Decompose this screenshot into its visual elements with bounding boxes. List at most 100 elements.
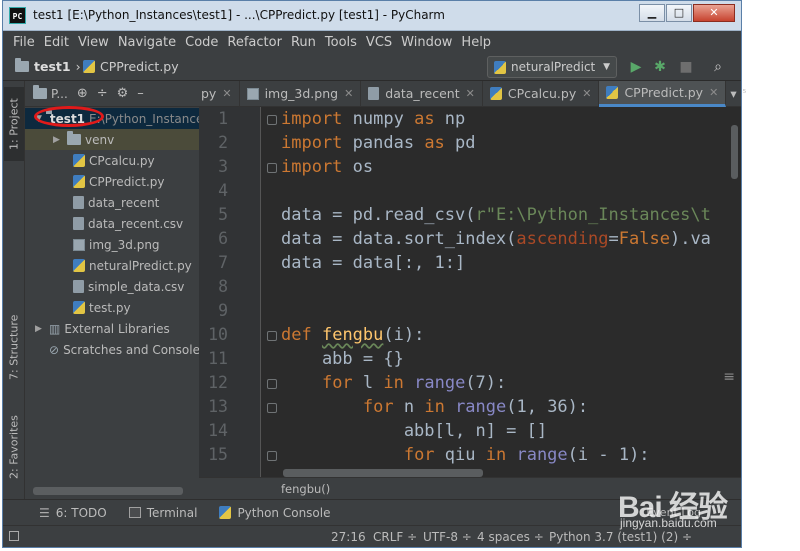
- scratches-icon: ⊘: [49, 342, 60, 357]
- favorites-tool-tab[interactable]: 2: Favorites: [4, 407, 24, 487]
- fold-marker-icon[interactable]: [267, 163, 277, 173]
- code-line[interactable]: data = data.sort_index(ascending=False).…: [281, 227, 711, 251]
- fold-marker-icon[interactable]: [267, 331, 277, 341]
- tree-item-file[interactable]: CPPredict.py: [25, 171, 199, 192]
- line-separator[interactable]: CRLF ÷: [373, 530, 417, 544]
- hide-icon[interactable]: –: [137, 86, 144, 101]
- terminal-tool-button[interactable]: Terminal: [128, 506, 197, 520]
- tree-item-scratches[interactable]: ⊘ Scratches and Consoles: [25, 339, 199, 360]
- code-editor[interactable]: 1 2 3 4 5 6 7 8 9 10 11 12 13 14 15 impo…: [199, 107, 741, 477]
- indent-setting[interactable]: 4 spaces ÷: [477, 530, 544, 544]
- tree-item-file[interactable]: data_recent.csv: [25, 213, 199, 234]
- menu-refactor[interactable]: Refactor: [227, 35, 282, 50]
- close-icon[interactable]: ✕: [344, 87, 353, 100]
- code-line[interactable]: data = pd.read_csv(r"E:\Python_Instances…: [281, 203, 711, 227]
- tab-img-3d[interactable]: img_3d.png ✕: [240, 80, 362, 107]
- editor-horizontal-scrollbar[interactable]: [283, 469, 483, 477]
- collapse-all-icon[interactable]: ÷: [97, 86, 108, 101]
- horizontal-scrollbar[interactable]: [33, 487, 183, 495]
- window-title: test1 [E:\Python_Instances\test1] - ...\…: [33, 8, 445, 22]
- vertical-scrollbar[interactable]: [731, 125, 738, 179]
- expand-arrow-icon[interactable]: ▶: [53, 135, 63, 145]
- hamburger-icon[interactable]: ≡: [723, 369, 735, 385]
- todo-tool-button[interactable]: ☰ 6: TODO: [39, 506, 107, 520]
- fold-marker-icon[interactable]: [267, 451, 277, 461]
- expand-arrow-icon[interactable]: ▶: [35, 324, 45, 334]
- tree-item-venv[interactable]: ▶ venv: [25, 129, 199, 150]
- tab-data-recent[interactable]: data_recent ✕: [361, 80, 483, 107]
- menu-tools[interactable]: Tools: [325, 35, 357, 50]
- menu-edit[interactable]: Edit: [44, 35, 69, 50]
- debug-icon[interactable]: ✱: [651, 58, 669, 76]
- minimize-button[interactable]: ▁: [639, 4, 665, 22]
- code-line[interactable]: abb = {}: [281, 347, 404, 371]
- menu-vcs[interactable]: VCS: [366, 35, 392, 50]
- run-config-select[interactable]: neturalPredict ▼: [487, 56, 617, 78]
- code-line[interactable]: def fengbu(i):: [281, 323, 424, 347]
- line-number: 5: [218, 205, 228, 224]
- run-icon[interactable]: ▶: [627, 58, 645, 76]
- tree-item-external-libraries[interactable]: ▶ ▥ External Libraries: [25, 318, 199, 339]
- tree-item-file[interactable]: img_3d.png: [25, 234, 199, 255]
- menu-help[interactable]: Help: [461, 35, 491, 50]
- tabs-overflow-icon: ▾: [730, 86, 737, 101]
- line-number: 11: [208, 349, 228, 368]
- tree-item-file[interactable]: data_recent: [25, 192, 199, 213]
- code-breadcrumb[interactable]: fengbu(): [281, 482, 330, 496]
- python-console-label: Python Console: [237, 505, 331, 520]
- python-console-icon: [219, 506, 232, 519]
- tree-item-file[interactable]: neturalPredict.py: [25, 255, 199, 276]
- tab-label: data_recent: [385, 86, 460, 101]
- project-panel-title[interactable]: P...: [51, 87, 68, 101]
- library-icon: ▥: [49, 321, 61, 336]
- close-icon[interactable]: ✕: [709, 86, 718, 99]
- close-icon[interactable]: ✕: [582, 87, 591, 100]
- file-encoding[interactable]: UTF-8 ÷: [423, 530, 472, 544]
- python-console-tool-button[interactable]: Python Console: [219, 506, 330, 520]
- menu-window[interactable]: Window: [401, 35, 452, 50]
- line-number: 8: [218, 277, 228, 296]
- project-tool-tab[interactable]: 1: Project: [4, 87, 24, 161]
- close-button[interactable]: ✕: [693, 4, 735, 22]
- tab-cpcalcu[interactable]: CPcalcu.py ✕: [483, 80, 600, 107]
- fold-marker-icon[interactable]: [267, 403, 277, 413]
- code-line[interactable]: for l in range(7):: [281, 371, 506, 395]
- close-icon[interactable]: ✕: [222, 87, 231, 100]
- code-line[interactable]: for qiu in range(i - 1):: [281, 443, 650, 467]
- code-line[interactable]: data = data[:, 1:]: [281, 251, 465, 275]
- structure-tool-tab[interactable]: 7: Structure: [4, 307, 24, 387]
- menu-navigate[interactable]: Navigate: [118, 35, 176, 50]
- search-icon[interactable]: ⌕: [709, 58, 727, 76]
- close-icon[interactable]: ✕: [466, 87, 475, 100]
- text-file-icon: [73, 217, 84, 230]
- globe-icon[interactable]: ⊕: [77, 86, 88, 101]
- code-line[interactable]: import os: [281, 155, 373, 179]
- tab-py[interactable]: py ✕: [199, 80, 240, 107]
- menu-code[interactable]: Code: [185, 35, 218, 50]
- structure-tool-label: 7: Structure: [7, 314, 21, 380]
- nav-crumb-file[interactable]: CPPredict.py: [83, 59, 179, 74]
- tab-overflow[interactable]: ▾ ⁵: [726, 81, 750, 107]
- code-line[interactable]: import numpy as np: [281, 107, 465, 131]
- project-panel: P... ⊕ ÷ ⚙ – ▼ test1 E:\Python_Instances…: [25, 81, 199, 499]
- line-number-gutter: 1 2 3 4 5 6 7 8 9 10 11 12 13 14 15: [199, 107, 261, 477]
- stop-icon[interactable]: ■: [677, 58, 695, 76]
- tab-cppredict[interactable]: CPPredict.py ✕: [599, 80, 727, 107]
- tree-item-file[interactable]: simple_data.csv: [25, 276, 199, 297]
- tree-item-file[interactable]: test.py: [25, 297, 199, 318]
- gear-icon[interactable]: ⚙: [117, 86, 129, 101]
- menu-file[interactable]: File: [13, 35, 35, 50]
- code-line[interactable]: import pandas as pd: [281, 131, 476, 155]
- tool-windows-toggle-icon[interactable]: [9, 531, 19, 541]
- nav-crumb-project[interactable]: test1 ›: [15, 58, 81, 74]
- menu-view[interactable]: View: [78, 35, 109, 50]
- tree-item-file[interactable]: CPcalcu.py: [25, 150, 199, 171]
- fold-marker-icon[interactable]: [267, 115, 277, 125]
- caret-position[interactable]: 27:16: [331, 530, 366, 544]
- list-icon: ☰: [39, 505, 50, 520]
- menu-run[interactable]: Run: [291, 35, 316, 50]
- code-line[interactable]: abb[l, n] = []: [281, 419, 547, 443]
- code-line[interactable]: for n in range(1, 36):: [281, 395, 588, 419]
- fold-marker-icon[interactable]: [267, 379, 277, 389]
- maximize-button[interactable]: □: [666, 4, 692, 22]
